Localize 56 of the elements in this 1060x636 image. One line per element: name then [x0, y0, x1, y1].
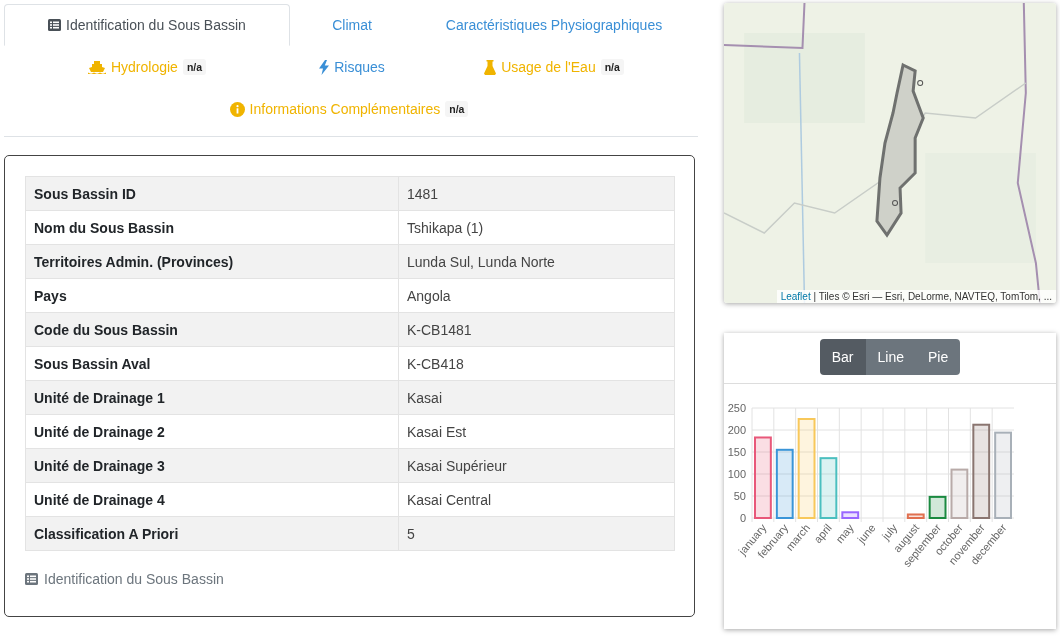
status-badge: n/a: [445, 101, 469, 117]
table-cell: Territoires Admin. (Provinces): [25, 244, 399, 279]
chart-type-button[interactable]: Line: [865, 339, 916, 375]
table-cell: 5: [398, 516, 675, 551]
map-attribution: | Tiles © Esri — Esri, DeLorme, NAVTEQ, TomTom, ...: [813, 291, 1052, 302]
y-tick-label: 150: [727, 446, 746, 458]
list-icon: [48, 19, 62, 31]
table-cell: Angola: [398, 278, 675, 313]
table-cell: Tshikapa (1): [398, 210, 675, 245]
status-badge: n/a: [600, 59, 624, 75]
table-cell: Kasai Supérieur: [398, 448, 675, 483]
table-cell: Kasai Est: [398, 414, 675, 449]
bar: [841, 511, 860, 519]
table-cell: K-CB1481: [398, 312, 675, 347]
tab[interactable]: Caractéristiques Physiographiques: [414, 4, 694, 46]
table-cell: Unité de Drainage 2: [25, 414, 399, 449]
bar: [819, 457, 838, 519]
chart-type-button[interactable]: Bar: [819, 339, 866, 375]
tab[interactable]: Informations Complémentaires n/a: [4, 88, 694, 130]
table-cell: Kasai: [398, 380, 675, 415]
status-badge: n/a: [182, 59, 207, 75]
table-cell: Nom du Sous Bassin: [25, 210, 399, 245]
table-cell: 1481: [398, 176, 675, 211]
table-cell: Code du Sous Bassin: [25, 312, 399, 347]
y-tick-label: 50: [733, 490, 746, 502]
table-cell: Unité de Drainage 3: [25, 448, 399, 483]
tab[interactable]: Risques: [290, 46, 414, 88]
y-tick-label: 200: [727, 424, 746, 436]
leaflet-link[interactable]: Leaflet: [780, 291, 811, 302]
y-tick-label: 100: [727, 468, 746, 480]
flask-icon: [484, 59, 497, 75]
bolt-icon: [319, 59, 330, 75]
table-cell: Classification A Priori: [25, 516, 399, 551]
table-cell: Lunda Sul, Lunda Norte: [398, 244, 675, 279]
tab[interactable]: Usage de l'Eau n/a: [414, 46, 694, 88]
table-cell: Sous Bassin Aval: [25, 346, 399, 381]
tab[interactable]: Climat: [290, 4, 414, 46]
table-cell: Unité de Drainage 4: [25, 482, 399, 517]
table-cell: Sous Bassin ID: [25, 176, 399, 211]
bar: [928, 495, 947, 519]
table-cell: K-CB418: [398, 346, 675, 381]
chart-type-button[interactable]: Pie: [916, 339, 961, 375]
tab[interactable]: Identification du Sous Bassin: [4, 4, 290, 46]
bar: [775, 448, 794, 519]
list-icon: [25, 573, 38, 585]
table-caption: Identification du Sous Bassin: [44, 571, 224, 587]
table-cell: Unité de Drainage 1: [25, 380, 399, 415]
y-tick-label: 0: [739, 512, 746, 524]
table-cell: Kasai Central: [398, 482, 675, 517]
table-cell: Pays: [25, 278, 399, 313]
ship-icon: [87, 60, 106, 74]
bar: [950, 468, 969, 519]
tab[interactable]: Hydrologie n/a: [4, 46, 290, 88]
bar: [906, 513, 925, 519]
info-icon: [229, 101, 245, 117]
y-tick-label: 250: [727, 402, 746, 414]
